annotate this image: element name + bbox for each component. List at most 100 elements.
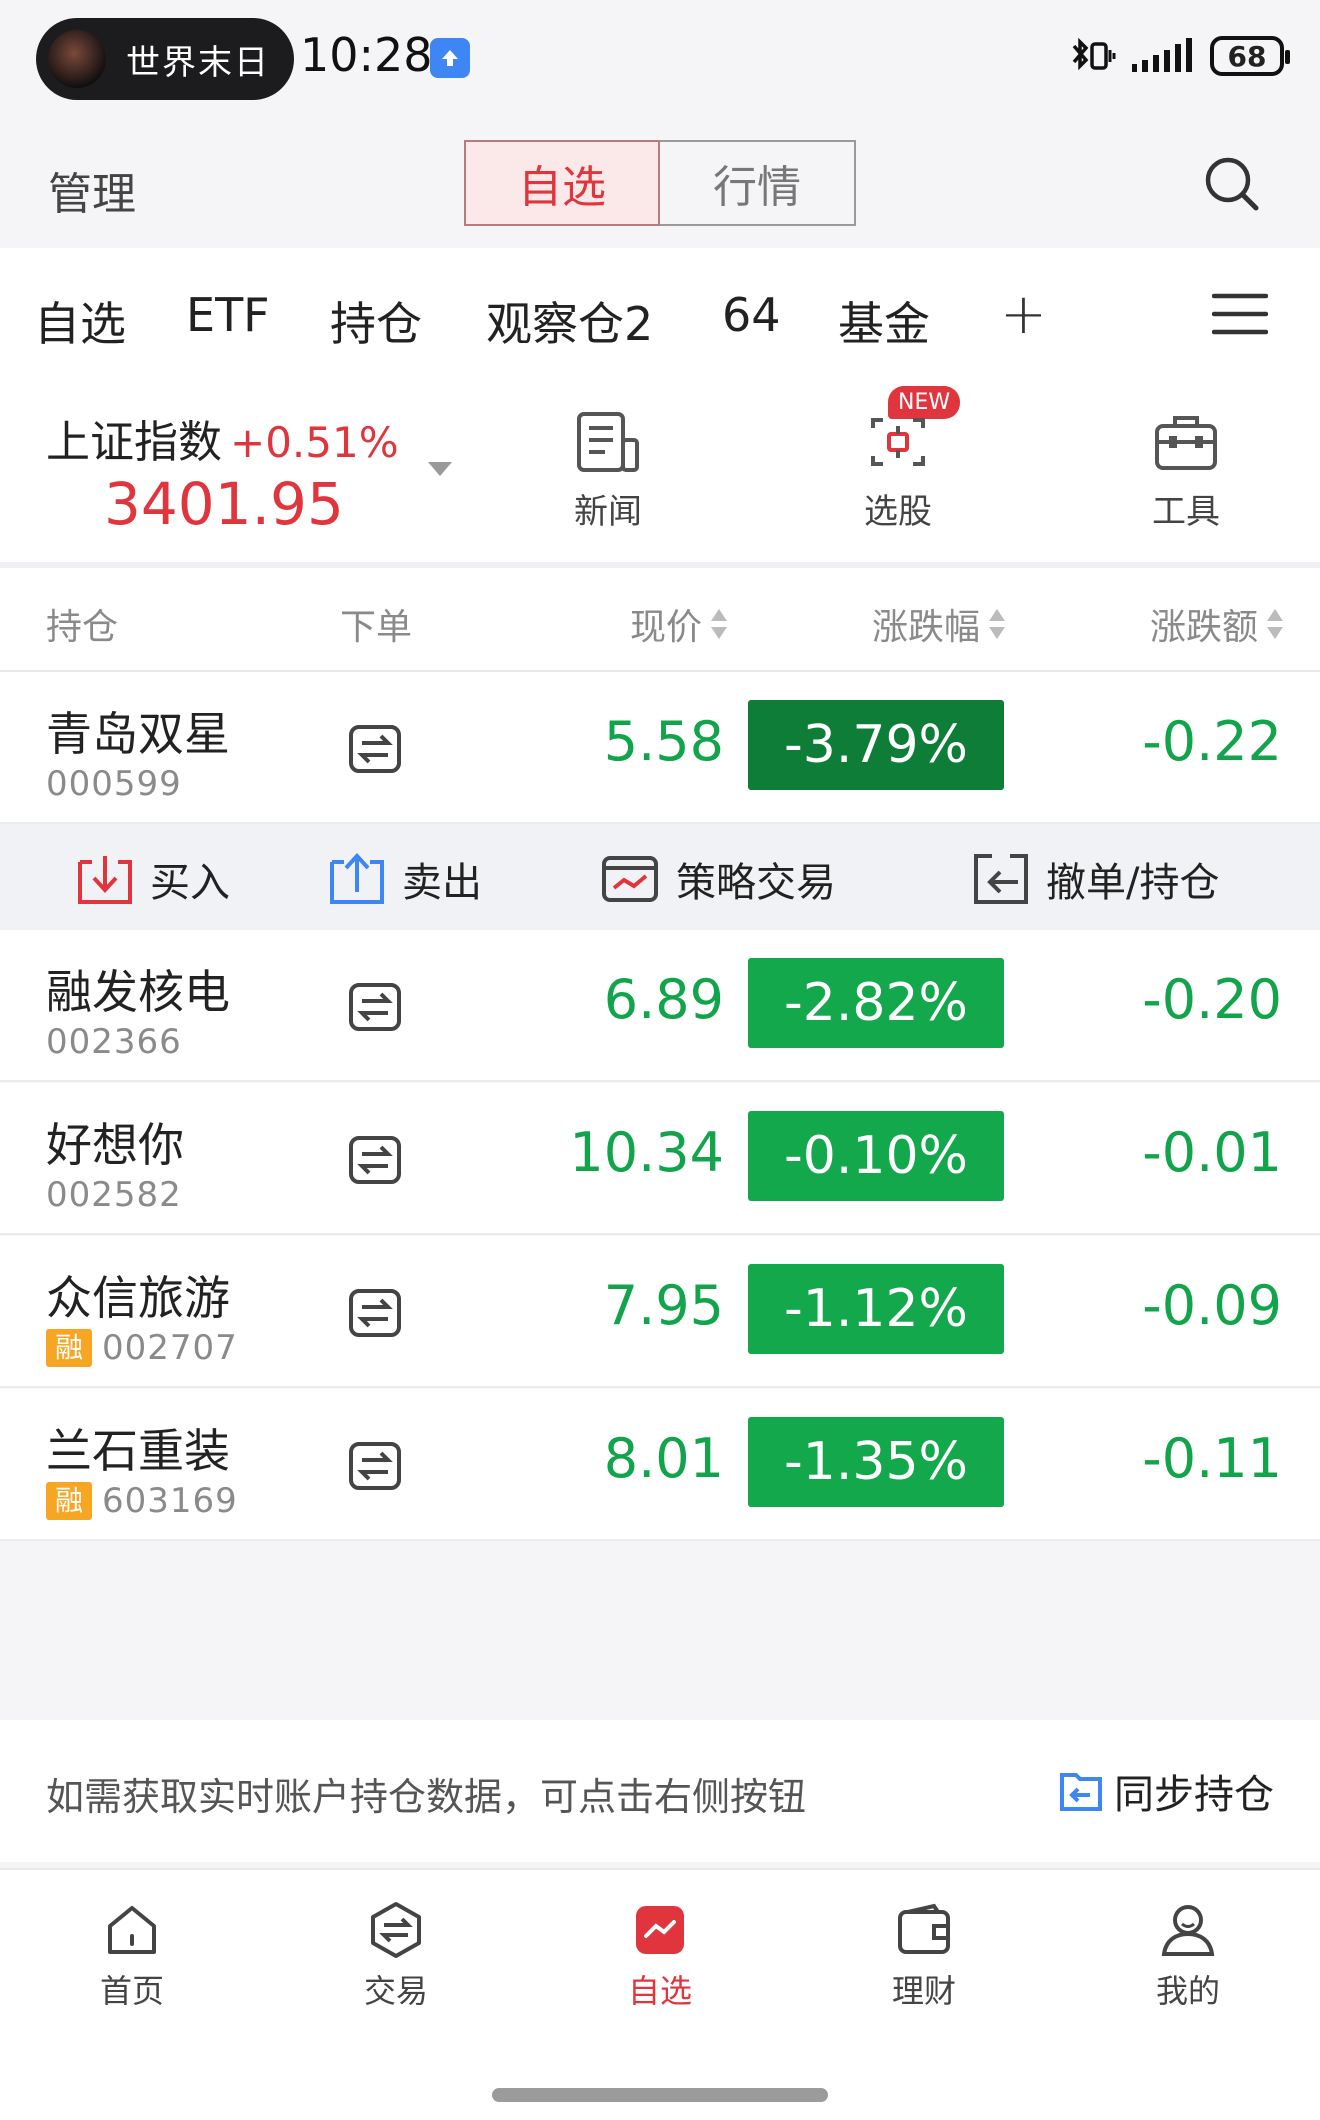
col-order: 下单 [340, 607, 413, 648]
tab-holdings[interactable]: 持仓 [330, 288, 422, 354]
trade-icon [371, 1902, 421, 1958]
manage-button[interactable]: 管理 [48, 158, 136, 222]
sell-button[interactable]: 卖出 [328, 850, 482, 908]
stock-name: 青岛双星 [46, 707, 230, 761]
stock-code-wrap: 融 002707 [46, 1328, 238, 1368]
tools-label: 工具 [1152, 492, 1220, 532]
stock-price: 10.34 [569, 1121, 724, 1184]
battery-indicator: 68 [1210, 36, 1290, 76]
quick-action-tools[interactable]: 工具 [1126, 410, 1246, 533]
buy-button[interactable]: 买入 [76, 850, 230, 908]
strategy-trade-button[interactable]: 策略交易 [600, 850, 836, 908]
segment-market[interactable]: 行情 [660, 140, 856, 226]
news-icon [577, 412, 639, 472]
nav-wealth[interactable]: 理财 [854, 1900, 994, 2012]
index-ticker[interactable]: 上证指数 +0.51% [46, 406, 399, 470]
margin-tag: 融 [46, 1482, 92, 1520]
stock-code: 603169 [102, 1481, 238, 1521]
col-price-sort[interactable]: 现价 [630, 598, 728, 650]
stock-price: 8.01 [603, 1427, 724, 1490]
status-time: 10:28 [300, 28, 433, 82]
index-name: 上证指数 [46, 417, 222, 468]
order-exchange-icon[interactable] [348, 1441, 402, 1491]
stock-code-wrap: 融 603169 [46, 1481, 238, 1521]
stock-price: 6.89 [603, 968, 724, 1031]
order-exchange-icon[interactable] [348, 1135, 402, 1185]
tab-etf[interactable]: ETF [186, 288, 270, 342]
index-bar: 上证指数 +0.51% 3401.95 新闻 NEW 选股 工具 [0, 370, 1320, 562]
row-action-bar: 买入 卖出 策略交易 撤单/持仓 [0, 824, 1320, 930]
col-price-label: 现价 [630, 607, 703, 648]
stock-price: 5.58 [603, 710, 724, 773]
profile-icon [1161, 1905, 1215, 1956]
buy-icon [78, 856, 132, 904]
sell-label: 卖出 [402, 860, 482, 906]
col-holding: 持仓 [46, 607, 119, 648]
nav-watchlist-label: 自选 [627, 1972, 692, 2010]
add-tab-icon[interactable]: + [1000, 282, 1047, 347]
sync-holdings-button[interactable]: 同步持仓 [1058, 1762, 1274, 1820]
col-change-amt-sort[interactable]: 涨跌额 [1150, 598, 1284, 650]
home-icon [108, 1906, 156, 1954]
stock-code-wrap: 002366 [46, 1022, 182, 1062]
caret-down-icon[interactable] [428, 462, 452, 476]
col-change-pct-label: 涨跌幅 [872, 607, 981, 648]
quick-action-news[interactable]: 新闻 [548, 410, 668, 533]
tab-64[interactable]: 64 [722, 288, 781, 342]
nav-home[interactable]: 首页 [62, 1900, 202, 2012]
home-indicator[interactable] [492, 2088, 828, 2102]
col-change-pct-sort[interactable]: 涨跌幅 [872, 598, 1006, 650]
segment-control: 自选 行情 [464, 140, 856, 226]
stock-code: 002366 [46, 1022, 182, 1062]
nav-watchlist[interactable]: 自选 [590, 1900, 730, 2012]
music-player-pill[interactable]: 世界末日 [36, 18, 294, 100]
cancel-order-button[interactable]: 撤单/持仓 [972, 850, 1219, 908]
tab-fund[interactable]: 基金 [838, 288, 930, 354]
menu-icon[interactable] [1212, 292, 1268, 336]
stock-code: 000599 [46, 764, 182, 804]
change-pct-badge[interactable]: -1.35% [748, 1417, 1004, 1507]
strategy-icon [602, 856, 658, 902]
cancel-order-icon [974, 854, 1028, 904]
cancel-order-label: 撤单/持仓 [1046, 860, 1220, 906]
order-exchange-icon[interactable] [348, 982, 402, 1032]
change-amount: -0.11 [1142, 1427, 1282, 1490]
column-header: 持仓 下单 现价 涨跌幅 涨跌额 [0, 568, 1320, 672]
index-change: +0.51% [230, 418, 399, 467]
sync-hint: 如需获取实时账户持仓数据，可点击右侧按钮 [46, 1775, 807, 1819]
search-icon[interactable] [1202, 154, 1262, 214]
segment-watchlist[interactable]: 自选 [464, 140, 660, 226]
nav-trade[interactable]: 交易 [326, 1900, 466, 2012]
watchlist-icon [636, 1906, 684, 1954]
stock-price: 7.95 [603, 1274, 724, 1337]
change-pct-badge[interactable]: -3.79% [748, 700, 1004, 790]
stock-picker-icon [871, 418, 925, 466]
wallet-icon [898, 1903, 950, 1954]
order-exchange-icon[interactable] [348, 724, 402, 774]
music-title: 世界末日 [126, 42, 270, 83]
stock-code: 002707 [102, 1328, 238, 1368]
sell-icon [330, 853, 384, 904]
upload-icon [430, 38, 470, 78]
order-exchange-icon[interactable] [348, 1288, 402, 1338]
tab-watchlist[interactable]: 自选 [34, 288, 126, 354]
table-row[interactable]: 众信旅游 融 002707 7.95 -1.12% -0.09 [0, 1236, 1320, 1388]
stock-code: 002582 [46, 1175, 182, 1215]
sort-icon [710, 607, 728, 641]
table-row[interactable]: 融发核电 002366 6.89 -2.82% -0.20 [0, 930, 1320, 1082]
sync-icon [1060, 1773, 1102, 1811]
top-header: 管理 自选 行情 [0, 118, 1320, 248]
nav-profile-label: 我的 [1155, 1972, 1220, 2010]
quick-action-stock-picker[interactable]: 选股 [838, 410, 958, 533]
tab-watch-pos-2[interactable]: 观察仓2 [486, 288, 653, 354]
table-row[interactable]: 青岛双星 000599 5.58 -3.79% -0.22 [0, 672, 1320, 824]
table-row[interactable]: 好想你 002582 10.34 -0.10% -0.01 [0, 1083, 1320, 1235]
stock-code-wrap: 002582 [46, 1175, 182, 1215]
table-row[interactable]: 兰石重装 融 603169 8.01 -1.35% -0.11 [0, 1389, 1320, 1541]
change-pct-badge[interactable]: -2.82% [748, 958, 1004, 1048]
stock-name: 兰石重装 [46, 1424, 230, 1478]
change-pct-badge[interactable]: -1.12% [748, 1264, 1004, 1354]
buy-label: 买入 [150, 860, 230, 906]
nav-profile[interactable]: 我的 [1118, 1900, 1258, 2012]
change-pct-badge[interactable]: -0.10% [748, 1111, 1004, 1201]
